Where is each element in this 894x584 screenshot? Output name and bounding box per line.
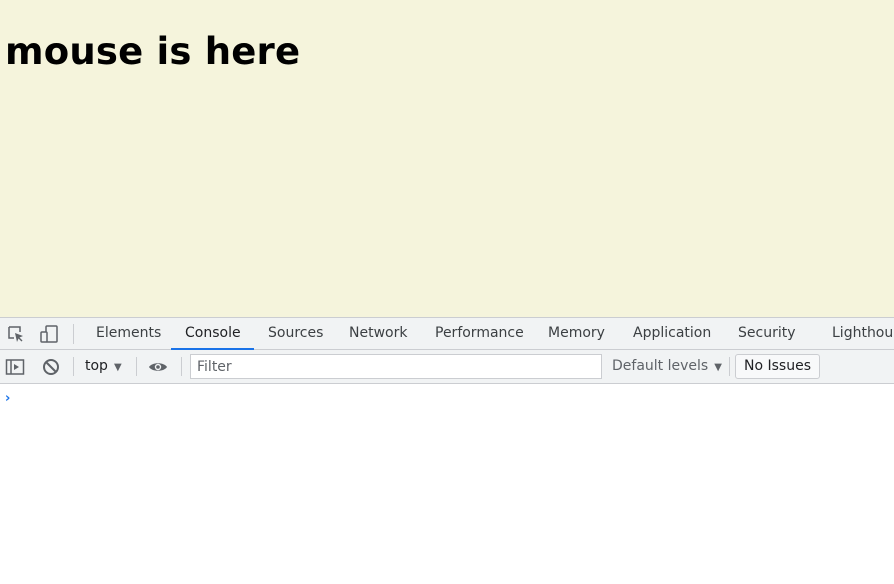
tab-application[interactable]: Application bbox=[633, 318, 711, 349]
log-levels-label: Default levels bbox=[612, 358, 709, 374]
tab-elements[interactable]: Elements bbox=[96, 318, 161, 349]
tab-performance[interactable]: Performance bbox=[435, 318, 524, 349]
console-prompt-icon[interactable]: › bbox=[5, 391, 10, 406]
sidebar-toggle-icon[interactable] bbox=[5, 357, 25, 377]
page-content: mouse is here bbox=[0, 0, 894, 317]
context-label: top bbox=[85, 358, 108, 374]
issues-button[interactable]: No Issues bbox=[735, 354, 820, 379]
dropdown-arrow-icon: ▼ bbox=[714, 362, 722, 373]
toolbar-divider bbox=[73, 357, 74, 376]
log-levels-dropdown[interactable]: Default levels ▼ bbox=[612, 350, 722, 383]
dropdown-arrow-icon: ▼ bbox=[113, 362, 122, 373]
tab-lighthouse[interactable]: Lighthouse bbox=[832, 318, 894, 349]
filter-field[interactable] bbox=[190, 354, 602, 379]
toolbar-divider bbox=[136, 357, 137, 376]
filter-input[interactable] bbox=[191, 355, 601, 378]
tab-sources[interactable]: Sources bbox=[268, 318, 323, 349]
toolbar-divider bbox=[729, 357, 730, 376]
toolbar-divider bbox=[181, 357, 182, 376]
devtools-panel: Elements Console Sources Network Perform… bbox=[0, 317, 894, 584]
tab-network[interactable]: Network bbox=[349, 318, 407, 349]
tab-bar-divider bbox=[73, 324, 74, 344]
devtools-tab-bar: Elements Console Sources Network Perform… bbox=[0, 317, 894, 351]
console-toolbar: top ▼ Default levels ▼ No Issues bbox=[0, 350, 894, 384]
tab-security[interactable]: Security bbox=[738, 318, 796, 349]
eye-icon[interactable] bbox=[148, 357, 168, 377]
device-toolbar-icon[interactable] bbox=[39, 324, 59, 344]
page-heading: mouse is here bbox=[5, 30, 301, 73]
inspect-element-icon[interactable] bbox=[6, 324, 26, 344]
context-selector[interactable]: top ▼ bbox=[85, 350, 122, 383]
tab-memory[interactable]: Memory bbox=[548, 318, 605, 349]
tab-console[interactable]: Console bbox=[185, 318, 241, 349]
clear-console-icon[interactable] bbox=[41, 357, 61, 377]
